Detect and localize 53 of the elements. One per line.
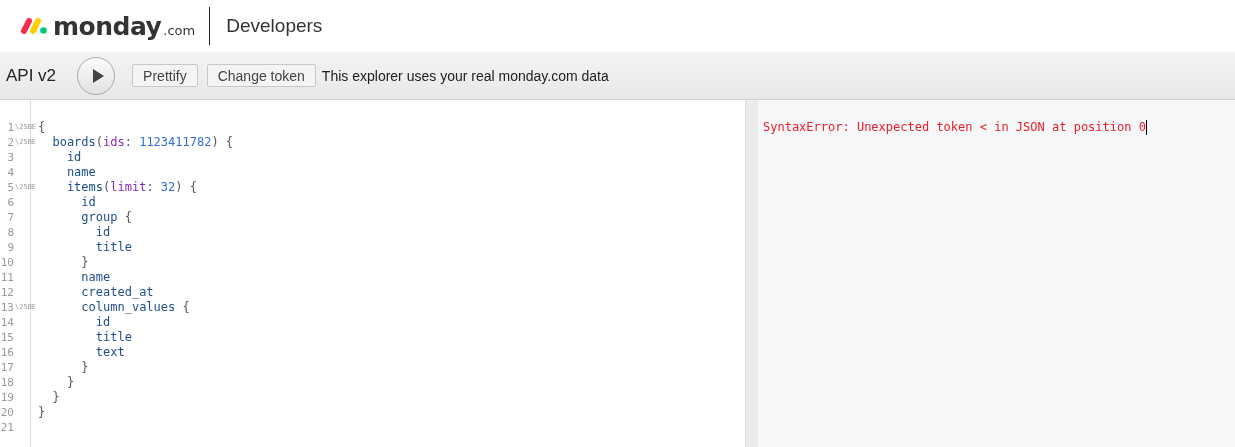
code-line: id bbox=[65, 150, 82, 165]
notice-text: This explorer uses your real monday.com data bbox=[321, 67, 609, 84]
toolbar-button[interactable]: Change token bbox=[206, 64, 316, 87]
code-line: name bbox=[65, 165, 96, 180]
logo-wordmark: monday bbox=[53, 11, 162, 41]
play-icon bbox=[90, 67, 105, 84]
code-line: name bbox=[80, 270, 111, 285]
api-title: API v2 bbox=[6, 65, 57, 86]
code-line: created_at bbox=[80, 285, 154, 300]
code-line: id bbox=[80, 195, 96, 210]
code-line: title bbox=[94, 330, 132, 345]
logo-icon bbox=[20, 17, 48, 35]
code-line: } bbox=[80, 255, 89, 270]
line-number: 13 bbox=[0, 300, 14, 315]
error-message: SyntaxError: Unexpected token < in JSON at position 0 bbox=[763, 120, 1146, 134]
code-line: items(limit: 32) { bbox=[65, 180, 197, 195]
line-number: 15 bbox=[0, 330, 14, 345]
line-number: 7 bbox=[7, 210, 14, 225]
code-line: } bbox=[80, 360, 89, 375]
line-number: 18 bbox=[0, 375, 14, 390]
code-line: { bbox=[38, 120, 46, 135]
splitter-bar[interactable] bbox=[745, 100, 758, 447]
line-number: 11 bbox=[0, 270, 14, 285]
line-number: 12 bbox=[0, 285, 14, 300]
code-line: boards(ids: 1123411782) { bbox=[51, 135, 234, 150]
code-line: text bbox=[94, 345, 125, 360]
line-number: 2 bbox=[7, 135, 14, 150]
line-number: 21 bbox=[0, 420, 14, 435]
line-number: 4 bbox=[7, 165, 14, 180]
code-line: } bbox=[38, 405, 46, 420]
code-line: title bbox=[94, 240, 132, 255]
line-number: 17 bbox=[0, 360, 14, 375]
line-number: 19 bbox=[0, 390, 14, 405]
code-line: id bbox=[94, 225, 111, 240]
logo-suffix: .com bbox=[163, 22, 196, 38]
line-number: 6 bbox=[7, 195, 14, 210]
code-line: } bbox=[51, 390, 60, 405]
line-number: 9 bbox=[7, 240, 14, 255]
code-line: group { bbox=[80, 210, 132, 225]
line-number: 14 bbox=[0, 315, 14, 330]
line-number: 5 bbox=[7, 180, 14, 195]
section-title: Developers bbox=[226, 15, 323, 37]
line-number: 3 bbox=[7, 150, 14, 165]
code-line: id bbox=[94, 315, 111, 330]
line-number: 16 bbox=[0, 345, 14, 360]
code-line: } bbox=[65, 375, 75, 390]
line-number: 8 bbox=[7, 225, 14, 240]
run-button[interactable] bbox=[77, 56, 116, 95]
line-number: 20 bbox=[0, 405, 14, 420]
line-number: 1 bbox=[7, 120, 14, 135]
toolbar-button[interactable]: Prettify bbox=[132, 64, 198, 87]
line-number: 10 bbox=[0, 255, 14, 270]
code-line: column_values { bbox=[80, 300, 190, 315]
